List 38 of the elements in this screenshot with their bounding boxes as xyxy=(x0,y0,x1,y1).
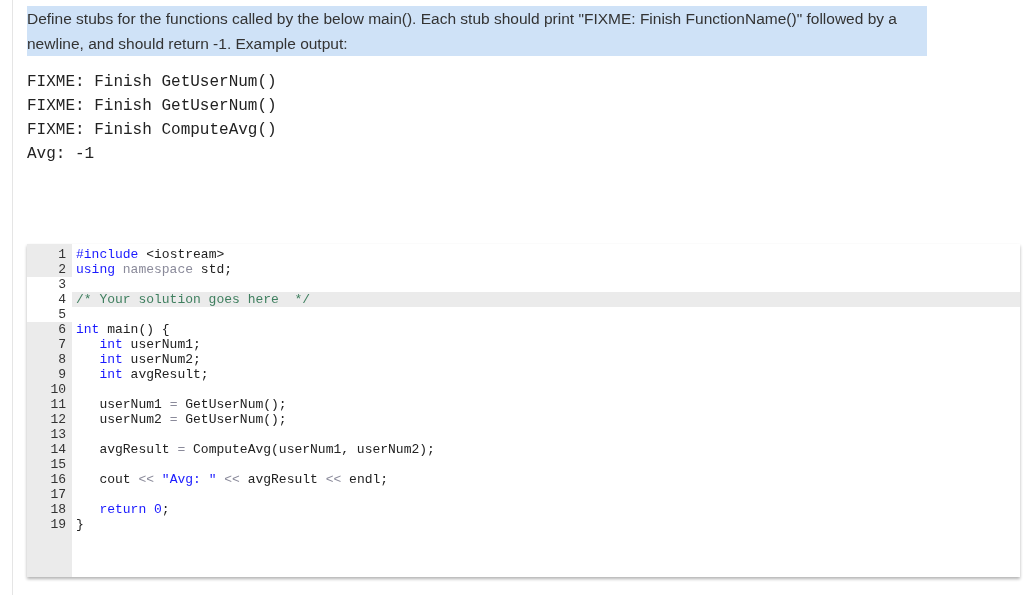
code-line: } xyxy=(76,517,84,532)
code-line: userNum2 = GetUserNum(); xyxy=(98,412,287,427)
line-number: 5 xyxy=(58,307,66,322)
line-number: 11 xyxy=(50,397,66,412)
line-number: 3 xyxy=(58,277,66,292)
line-number: 18 xyxy=(50,502,66,517)
line-number: 2 xyxy=(58,262,66,277)
line-number: 9 xyxy=(58,367,66,382)
code-line: int main() { xyxy=(76,322,170,337)
instructions-text: Define stubs for the functions called by the below main(). Each stub should print "FIXME: Finish FunctionName()" followed by a newline, and should return -1. Example output: xyxy=(27,6,927,56)
line-number: 15 xyxy=(50,457,66,472)
line-number: 13 xyxy=(50,427,66,442)
output-line: Avg: -1 xyxy=(27,144,95,165)
code-line: userNum1 = GetUserNum(); xyxy=(98,397,287,412)
line-number: 7 xyxy=(58,337,66,352)
code-line: return 0; xyxy=(98,502,170,517)
line-number: 4 xyxy=(58,292,66,307)
line-number: 17 xyxy=(50,487,66,502)
code-editor[interactable] xyxy=(27,244,1020,577)
line-number: 1 xyxy=(58,247,66,262)
code-line: using namespace std; xyxy=(76,262,233,277)
output-line: FIXME: Finish GetUserNum() xyxy=(27,72,277,93)
code-line: int userNum1; xyxy=(98,337,201,352)
code-line: int userNum2; xyxy=(98,352,201,367)
output-line: FIXME: Finish ComputeAvg() xyxy=(27,120,277,141)
code-line: avgResult = ComputeAvg(userNum1, userNum2); xyxy=(98,442,435,457)
line-number: 19 xyxy=(50,517,66,532)
line-number: 12 xyxy=(50,412,66,427)
line-number: 14 xyxy=(50,442,66,457)
line-number: 16 xyxy=(50,472,66,487)
output-line: FIXME: Finish GetUserNum() xyxy=(27,96,277,117)
line-number: 10 xyxy=(50,382,66,397)
code-line: /* Your solution goes here */ xyxy=(76,292,311,307)
line-number: 6 xyxy=(58,322,66,337)
code-line: cout << "Avg: " << avgResult << endl; xyxy=(98,472,389,487)
line-number: 8 xyxy=(58,352,66,367)
code-line: #include <iostream> xyxy=(76,247,225,262)
code-line: int avgResult; xyxy=(98,367,209,382)
